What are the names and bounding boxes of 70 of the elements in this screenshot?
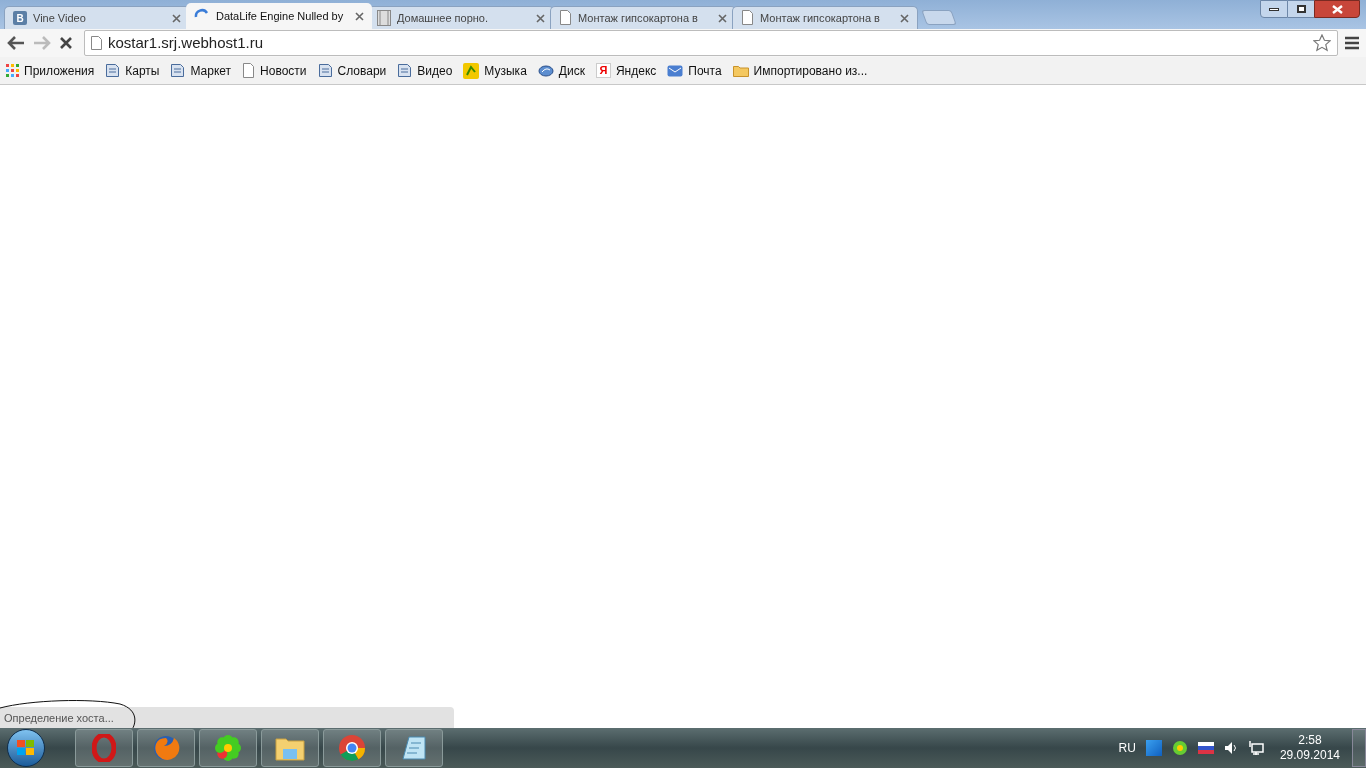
browser-tab[interactable]: DataLife Engine Nulled by <box>186 3 372 29</box>
tab-title: Домашнее порно. <box>397 10 489 26</box>
bookmark[interactable]: Почта <box>667 61 722 80</box>
taskbar-button[interactable] <box>385 729 443 767</box>
bookmark[interactable]: Карты <box>105 61 160 80</box>
bookmark[interactable]: Диск <box>537 61 585 80</box>
start-button[interactable] <box>7 729 45 767</box>
grid-icon <box>6 64 19 77</box>
envelope-icon <box>667 63 684 78</box>
tab-title: Монтаж гипсокартона в <box>760 10 881 26</box>
back-icon[interactable] <box>6 35 26 51</box>
restore-button[interactable] <box>1288 0 1314 18</box>
bookmark[interactable]: Приложения <box>6 61 95 80</box>
page-icon <box>741 10 754 26</box>
notepad-icon <box>401 735 427 761</box>
taskbar-button[interactable] <box>323 729 381 767</box>
close-icon[interactable] <box>172 13 181 23</box>
close-button[interactable] <box>1314 0 1360 18</box>
clock-time[interactable]: 2:58 <box>1298 733 1322 748</box>
clock-date[interactable]: 29.09.2014 <box>1279 748 1340 763</box>
volume-icon[interactable] <box>1223 741 1238 755</box>
bookmark[interactable]: Импортировано из... <box>732 61 868 80</box>
minimize-button[interactable] <box>1260 0 1288 18</box>
flower-tray-icon[interactable] <box>1171 740 1188 756</box>
document-icon <box>317 63 333 78</box>
bookmark[interactable]: Видео <box>397 61 453 80</box>
close-icon[interactable] <box>355 11 364 21</box>
chrome-logo-icon <box>338 734 366 762</box>
taskbar-button[interactable] <box>199 729 257 767</box>
tray-app-icon[interactable] <box>1145 740 1162 756</box>
o-ring-icon <box>92 734 116 762</box>
tab-title: Монтаж гипсокартона в <box>578 10 699 26</box>
close-icon <box>1331 4 1343 14</box>
bookmark[interactable]: Маркет <box>170 61 232 80</box>
close-icon[interactable] <box>900 13 909 23</box>
yandex-logo-icon: Я <box>595 63 611 78</box>
flag-icon[interactable] <box>1197 742 1214 754</box>
page-icon <box>242 62 256 79</box>
status-bubble: Определение хоста... <box>0 707 454 729</box>
document-icon <box>105 63 121 78</box>
taskbar-button[interactable] <box>137 729 195 767</box>
document-icon <box>170 63 186 78</box>
fox-globe-icon <box>152 734 180 762</box>
address-bar[interactable]: kostar1.srj.webhost1.ru <box>84 30 1338 56</box>
bookmark[interactable]: Я Яндекс <box>595 61 657 80</box>
flower-icon <box>214 734 242 762</box>
vk-logo-icon: B <box>13 11 27 25</box>
page-icon <box>91 36 102 50</box>
tab-title: Vine Video <box>33 10 87 26</box>
film-icon <box>377 10 391 26</box>
bookmark[interactable]: Словари <box>317 61 387 80</box>
close-icon[interactable] <box>718 13 727 23</box>
bookmark[interactable]: Музыка <box>463 61 527 80</box>
taskbar-button[interactable] <box>261 729 319 767</box>
bookmark-star-icon[interactable] <box>1313 34 1331 52</box>
windows-logo-icon <box>17 740 35 756</box>
disk-icon <box>537 63 554 78</box>
bookmark[interactable]: Новости <box>242 61 307 80</box>
close-icon[interactable] <box>536 13 545 23</box>
document-icon <box>397 63 413 78</box>
folder-icon <box>275 735 305 761</box>
address-text: kostar1.srj.webhost1.ru <box>108 32 264 53</box>
network-icon[interactable] <box>1247 741 1264 755</box>
menu-icon[interactable] <box>1344 36 1360 50</box>
tab-title: DataLife Engine Nulled by <box>216 8 345 24</box>
folder-icon <box>732 64 749 77</box>
browser-tab[interactable]: Монтаж гипсокартона в <box>732 6 918 29</box>
page-icon <box>559 10 572 26</box>
stop-icon[interactable] <box>58 35 74 51</box>
language-indicator[interactable]: RU <box>1118 739 1136 757</box>
